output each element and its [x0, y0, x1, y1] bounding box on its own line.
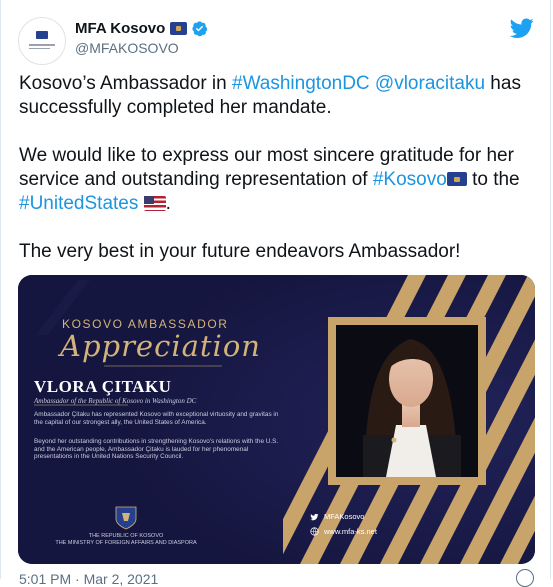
account-name-row[interactable]: MFA Kosovo	[75, 20, 208, 37]
tweet-paragraph-2: We would like to express our most sincer…	[19, 145, 520, 214]
globe-icon	[310, 527, 319, 536]
hashtag-kosovo[interactable]: #Kosovo	[373, 169, 447, 190]
hashtag-unitedstates[interactable]: #UnitedStates	[19, 193, 138, 214]
card-social-twitter: MFAKosovo	[310, 512, 364, 521]
info-icon[interactable]	[516, 569, 534, 587]
kosovo-flag-icon	[170, 22, 188, 35]
card-social-web: www.mfa-ks.net	[310, 527, 377, 536]
kosovo-flag-icon	[446, 172, 467, 186]
hashtag-washingtondc[interactable]: #WashingtonDC	[232, 73, 370, 94]
card-script-title: Appreciation	[60, 329, 261, 363]
tweet-paragraph-3: The very best in your future endeavors A…	[19, 241, 461, 262]
tweet-timestamp[interactable]: 5:01 PM · Mar 2, 2021	[19, 571, 158, 587]
card-paragraph-2: Beyond her outstanding contributions in …	[34, 438, 279, 461]
card-paragraph-1: Ambassador Çitaku has represented Kosovo…	[34, 411, 279, 426]
account-handle[interactable]: @MFAKOSOVO	[75, 40, 179, 56]
profile-avatar[interactable]	[18, 17, 66, 65]
ministry-logo	[29, 31, 55, 51]
twitter-bird-icon[interactable]	[510, 16, 534, 40]
verified-badge-icon	[192, 21, 208, 37]
card-person-name: VLORA ÇITAKU	[34, 377, 172, 396]
media-image[interactable]: KOSOVO AMBASSADOR Appreciation VLORA ÇIT…	[18, 275, 535, 564]
tweet-text: Kosovo’s Ambassador in #WashingtonDC @vl…	[19, 72, 534, 288]
tweet-card: MFA Kosovo @MFAKOSOVO Kosovo’s Ambassado…	[0, 0, 551, 587]
card-person-title: Ambassador of the Republic of Kosovo in …	[34, 397, 197, 405]
tweet-paragraph-1: Kosovo’s Ambassador in #WashingtonDC @vl…	[19, 73, 521, 118]
twitter-bird-icon	[310, 513, 319, 520]
card-institution: THE REPUBLIC OF KOSOVO THE MINISTRY OF F…	[55, 533, 197, 546]
account-name[interactable]: MFA Kosovo	[75, 20, 165, 37]
mention-vloracitaku[interactable]: @vloracitaku	[375, 73, 485, 94]
us-flag-icon	[143, 196, 166, 211]
